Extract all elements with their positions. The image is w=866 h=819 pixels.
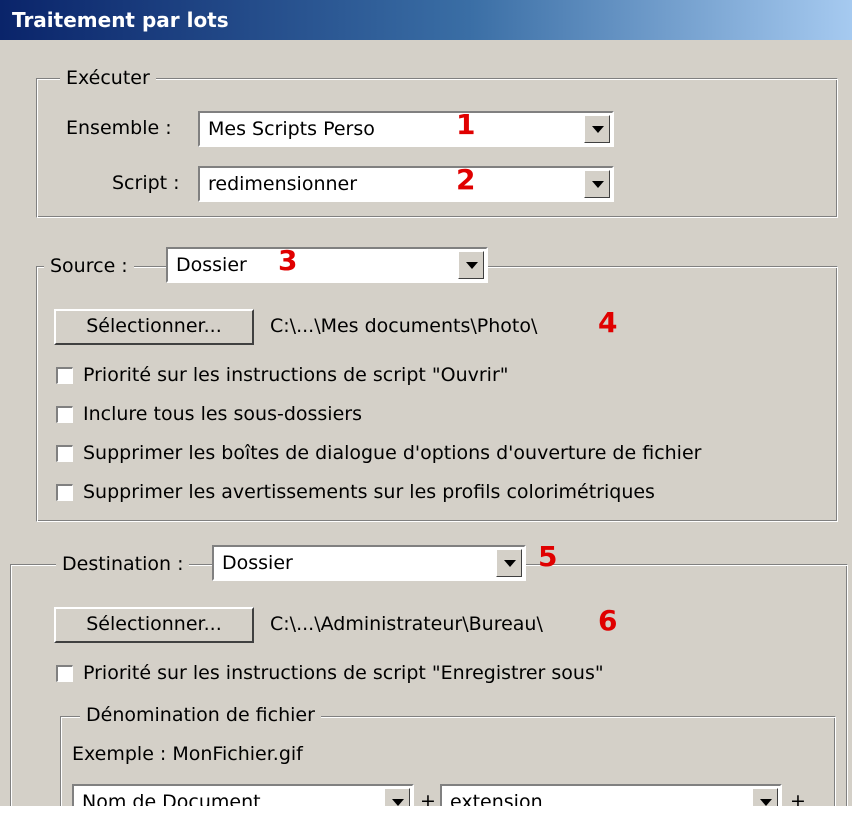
batch-dialog: Traitement par lots Exécuter Ensemble : …	[0, 0, 852, 812]
include-subfolders-checkbox[interactable]: Inclure tous les sous-dossiers	[56, 403, 362, 425]
chevron-down-icon[interactable]	[584, 170, 610, 198]
annotation-6: 6	[598, 604, 618, 637]
destination-legend: Destination :	[56, 553, 190, 575]
ensemble-select[interactable]: Mes Scripts Perso	[198, 111, 614, 147]
chevron-down-icon[interactable]	[496, 549, 522, 577]
executer-legend: Exécuter	[60, 67, 156, 89]
destination-value: Dossier	[222, 552, 293, 574]
script-select[interactable]: redimensionner	[198, 166, 614, 202]
annotation-1: 1	[456, 108, 476, 141]
ensemble-label: Ensemble :	[66, 117, 172, 139]
destination-select-button[interactable]: Sélectionner...	[54, 607, 254, 643]
naming-legend: Dénomination de fichier	[80, 704, 321, 726]
source-legend: Source :	[44, 255, 134, 277]
naming-example: Exemple : MonFichier.gif	[72, 743, 303, 765]
destination-select[interactable]: Dossier	[212, 545, 526, 581]
annotation-5: 5	[538, 540, 558, 573]
torn-edge-right	[852, 0, 866, 819]
checkbox-box[interactable]	[56, 366, 73, 384]
checkbox-label: Priorité sur les instructions de script …	[83, 364, 509, 386]
checkbox-box[interactable]	[56, 483, 73, 501]
script-label: Script :	[112, 172, 180, 194]
script-value: redimensionner	[208, 173, 358, 195]
source-select[interactable]: Dossier	[166, 247, 488, 283]
suppress-open-dialogs-checkbox[interactable]: Supprimer les boîtes de dialogue d'optio…	[56, 442, 701, 464]
source-path: C:\...\Mes documents\Photo\	[270, 315, 538, 337]
ensemble-value: Mes Scripts Perso	[208, 118, 375, 140]
torn-edge-bottom	[0, 806, 866, 819]
checkbox-label: Inclure tous les sous-dossiers	[83, 403, 362, 425]
checkbox-label: Priorité sur les instructions de script …	[83, 662, 604, 684]
open-override-checkbox[interactable]: Priorité sur les instructions de script …	[56, 364, 509, 386]
checkbox-box[interactable]	[56, 664, 73, 682]
source-select-button[interactable]: Sélectionner...	[54, 309, 254, 345]
checkbox-box[interactable]	[56, 405, 73, 423]
title-bar: Traitement par lots	[0, 0, 852, 40]
source-value: Dossier	[176, 254, 247, 276]
checkbox-label: Supprimer les avertissements sur les pro…	[83, 481, 655, 503]
chevron-down-icon[interactable]	[458, 251, 484, 279]
suppress-color-warnings-checkbox[interactable]: Supprimer les avertissements sur les pro…	[56, 481, 655, 503]
checkbox-box[interactable]	[56, 444, 73, 462]
saveas-override-checkbox[interactable]: Priorité sur les instructions de script …	[56, 662, 604, 684]
chevron-down-icon[interactable]	[584, 115, 610, 143]
annotation-4: 4	[598, 306, 618, 339]
window-title: Traitement par lots	[12, 8, 229, 32]
destination-path: C:\...\Administrateur\Bureau\	[270, 613, 543, 635]
annotation-2: 2	[456, 163, 476, 196]
checkbox-label: Supprimer les boîtes de dialogue d'optio…	[83, 442, 702, 464]
annotation-3: 3	[278, 244, 298, 277]
